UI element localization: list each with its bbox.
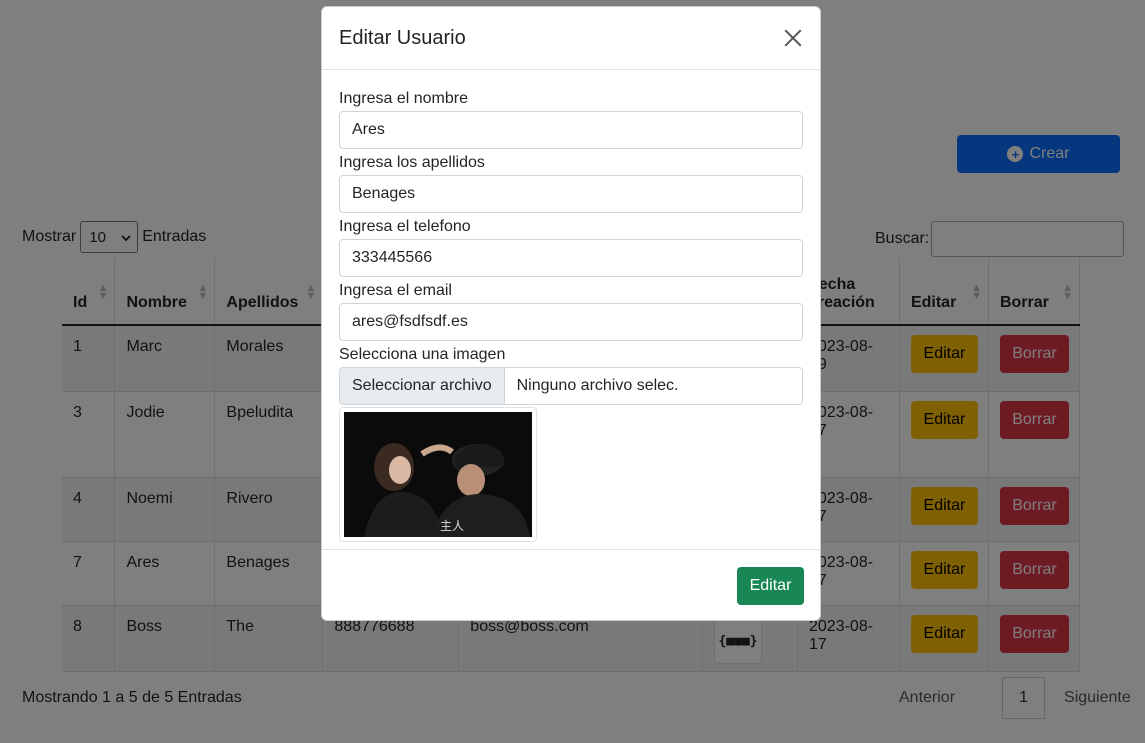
file-status: Ninguno archivo selec. <box>516 377 679 394</box>
modal-title: Editar Usuario <box>339 26 466 49</box>
lastname-field[interactable]: Benages <box>339 175 803 213</box>
image-preview: 主人 <box>339 407 537 542</box>
name-label: Ingresa el nombre <box>339 90 468 107</box>
modal-header: Editar Usuario <box>322 7 820 70</box>
email-label: Ingresa el email <box>339 282 452 299</box>
modal-footer: Editar <box>322 550 820 620</box>
name-field[interactable]: Ares <box>339 111 803 149</box>
lastname-label: Ingresa los apellidos <box>339 154 485 171</box>
email-field[interactable]: ares@fsdfsdf.es <box>339 303 803 341</box>
close-icon[interactable] <box>780 26 804 50</box>
submit-edit-button[interactable]: Editar <box>737 567 804 605</box>
edit-user-modal: Editar Usuario Ingresa el nombre Ares In… <box>321 6 821 621</box>
svg-text:主人: 主人 <box>440 519 464 533</box>
choose-file-button[interactable]: Seleccionar archivo <box>340 368 505 404</box>
user-photo-image: 主人 <box>344 412 532 537</box>
phone-field[interactable]: 333445566 <box>339 239 803 277</box>
modal-body: Ingresa el nombre Ares Ingresa los apell… <box>322 70 820 550</box>
image-file-input[interactable]: Seleccionar archivo Ninguno archivo sele… <box>339 367 803 405</box>
phone-label: Ingresa el telefono <box>339 218 471 235</box>
image-label: Selecciona una imagen <box>339 346 506 363</box>
